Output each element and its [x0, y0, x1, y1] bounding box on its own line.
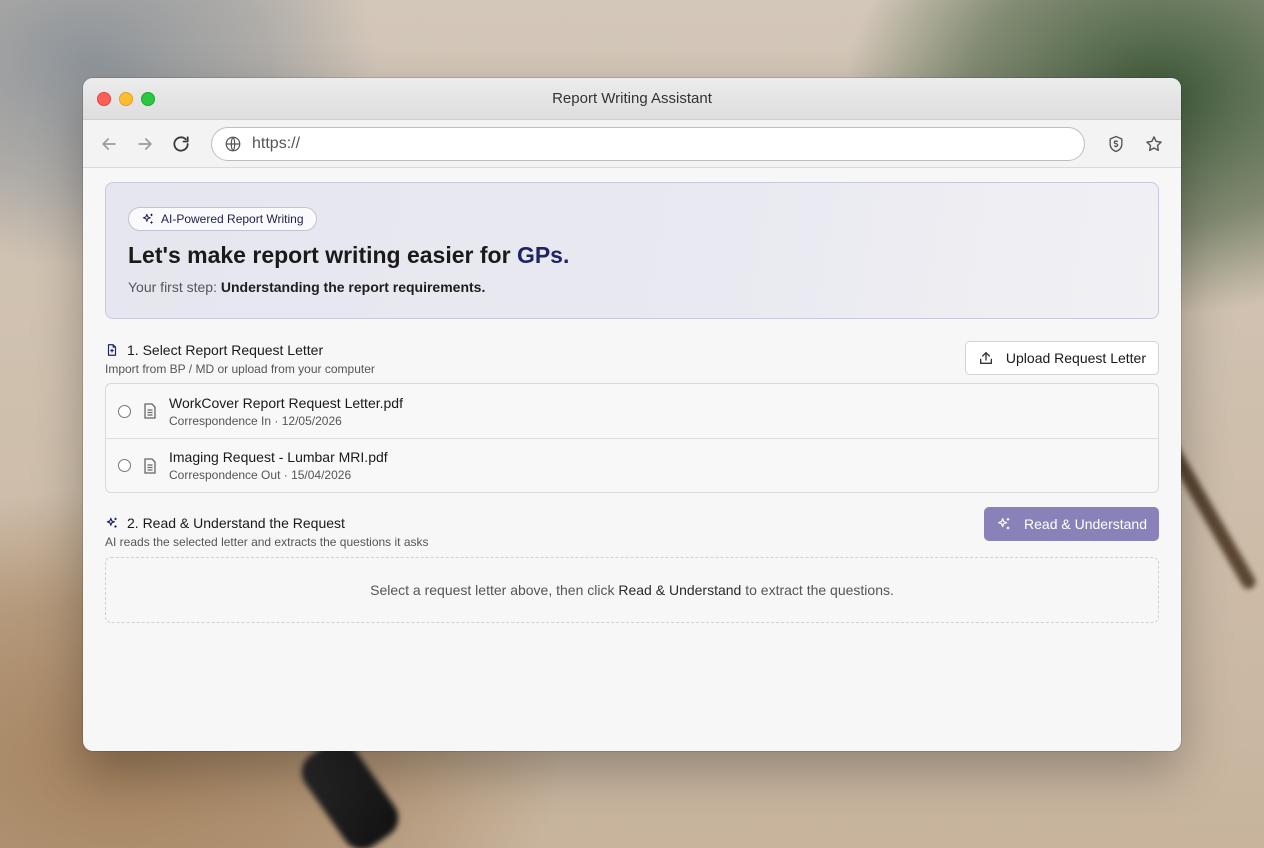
back-button[interactable]	[95, 130, 123, 158]
file-radio[interactable]	[118, 459, 131, 472]
close-window-button[interactable]	[97, 92, 111, 106]
page-subtitle: Your first step: Understanding the repor…	[128, 279, 1136, 295]
read-understand-section-header: 2. Read & Understand the Request AI read…	[105, 507, 1159, 549]
read-understand-description: AI reads the selected letter and extract…	[105, 535, 429, 549]
placeholder-prefix: Select a request letter above, then clic…	[370, 582, 619, 598]
read-understand-title-text: 2. Read & Understand the Request	[127, 515, 345, 531]
read-understand-title: 2. Read & Understand the Request	[105, 515, 429, 531]
page-title: Let's make report writing easier for GPs…	[128, 242, 1136, 269]
file-icon	[143, 403, 157, 419]
file-icon	[143, 457, 157, 474]
maximize-window-button[interactable]	[141, 92, 155, 106]
read-understand-button[interactable]: Read & Understand	[984, 507, 1159, 541]
file-meta: Correspondence Out · 15/04/2026	[169, 468, 352, 482]
forward-arrow-icon	[138, 137, 152, 150]
hero-banner: AI-Powered Report Writing Let's make rep…	[105, 182, 1159, 319]
select-letter-title-text: 1. Select Report Request Letter	[127, 342, 324, 358]
file-name: WorkCover Report Request Letter.pdf	[169, 394, 403, 411]
sparkle-icon	[998, 518, 1010, 530]
browser-toolbar	[83, 120, 1181, 168]
shield-icon	[1109, 135, 1123, 152]
select-letter-description: Import from BP / MD or upload from your …	[105, 362, 375, 376]
sparkle-icon	[142, 213, 153, 224]
file-info: WorkCover Report Request Letter.pdf Corr…	[169, 395, 403, 428]
request-letter-list: WorkCover Report Request Letter.pdf Corr…	[105, 383, 1159, 493]
page-content: AI-Powered Report Writing Let's make rep…	[83, 168, 1181, 623]
page-title-main: Let's make report writing easier for	[128, 242, 517, 268]
select-letter-section-header: 1. Select Report Request Letter Import f…	[105, 341, 1159, 376]
file-meta: Correspondence In · 12/05/2026	[169, 413, 342, 428]
reload-icon	[173, 135, 189, 152]
window-title: Report Writing Assistant	[552, 90, 712, 107]
select-letter-title: 1. Select Report Request Letter	[105, 342, 375, 358]
placeholder-bold: Read & Understand	[618, 582, 742, 598]
placeholder-text: Select a request letter above, then clic…	[370, 582, 894, 598]
address-bar[interactable]	[211, 126, 1085, 161]
sparkle-icon	[106, 517, 117, 528]
page-subtitle-prefix: Your first step:	[128, 279, 221, 295]
url-input[interactable]	[252, 134, 1072, 153]
list-item[interactable]: WorkCover Report Request Letter.pdf Corr…	[106, 384, 1158, 438]
back-arrow-icon	[102, 137, 116, 150]
read-understand-heading-group: 2. Read & Understand the Request AI read…	[105, 515, 429, 549]
placeholder-suffix: to extract the questions.	[741, 582, 894, 598]
upload-icon	[979, 352, 992, 364]
page-title-accent: GPs.	[516, 242, 570, 268]
list-item[interactable]: Imaging Request - Lumbar MRI.pdf Corresp…	[106, 438, 1158, 492]
minimize-window-button[interactable]	[119, 92, 133, 106]
upload-request-letter-button[interactable]: Upload Request Letter	[964, 341, 1159, 375]
file-name: Imaging Request - Lumbar MRI.pdf	[169, 449, 388, 465]
bookmark-button[interactable]	[1139, 129, 1169, 159]
ai-badge-label: AI-Powered Report Writing	[161, 212, 304, 226]
read-understand-button-label: Read & Understand	[1024, 516, 1147, 532]
globe-icon	[225, 136, 241, 151]
questions-placeholder: Select a request letter above, then clic…	[105, 557, 1159, 623]
title-bar: Report Writing Assistant	[83, 78, 1181, 120]
window-controls	[97, 92, 155, 106]
privacy-shield-button[interactable]	[1101, 129, 1131, 159]
upload-request-letter-label: Upload Request Letter	[1005, 350, 1146, 366]
page-subtitle-bold: Understanding the report requirements.	[220, 279, 486, 295]
forward-button[interactable]	[131, 130, 159, 158]
star-icon	[1146, 135, 1162, 151]
reload-button[interactable]	[167, 130, 195, 158]
file-info: Imaging Request - Lumbar MRI.pdf Corresp…	[169, 449, 388, 482]
browser-window: Report Writing Assistant AI-Powered Repo…	[83, 78, 1181, 751]
file-radio[interactable]	[118, 404, 131, 418]
document-import-icon	[107, 344, 117, 356]
ai-badge: AI-Powered Report Writing	[128, 207, 317, 231]
select-letter-heading-group: 1. Select Report Request Letter Import f…	[105, 342, 375, 376]
